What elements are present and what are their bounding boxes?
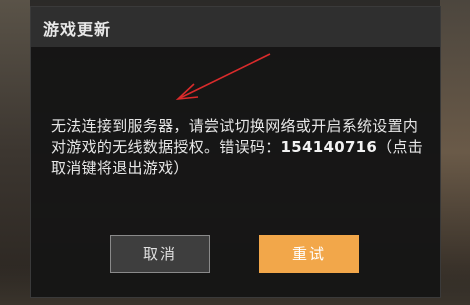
- red-arrow-icon: [175, 53, 271, 101]
- game-screen: 游戏更新 无法连接到服务器，请尝试切换网络或开启系统设置内对游戏的无线数据授权。…: [0, 0, 470, 305]
- retry-button[interactable]: 重试: [259, 235, 359, 273]
- background-left: [0, 0, 30, 305]
- background-right: [440, 0, 470, 305]
- dialog-title-bar: 游戏更新: [31, 7, 440, 47]
- dialog-title: 游戏更新: [43, 20, 112, 39]
- error-message: 无法连接到服务器，请尝试切换网络或开启系统设置内对游戏的无线数据授权。错误码：1…: [51, 116, 431, 179]
- cancel-button[interactable]: 取消: [110, 235, 210, 273]
- error-code: 154140716: [280, 138, 378, 156]
